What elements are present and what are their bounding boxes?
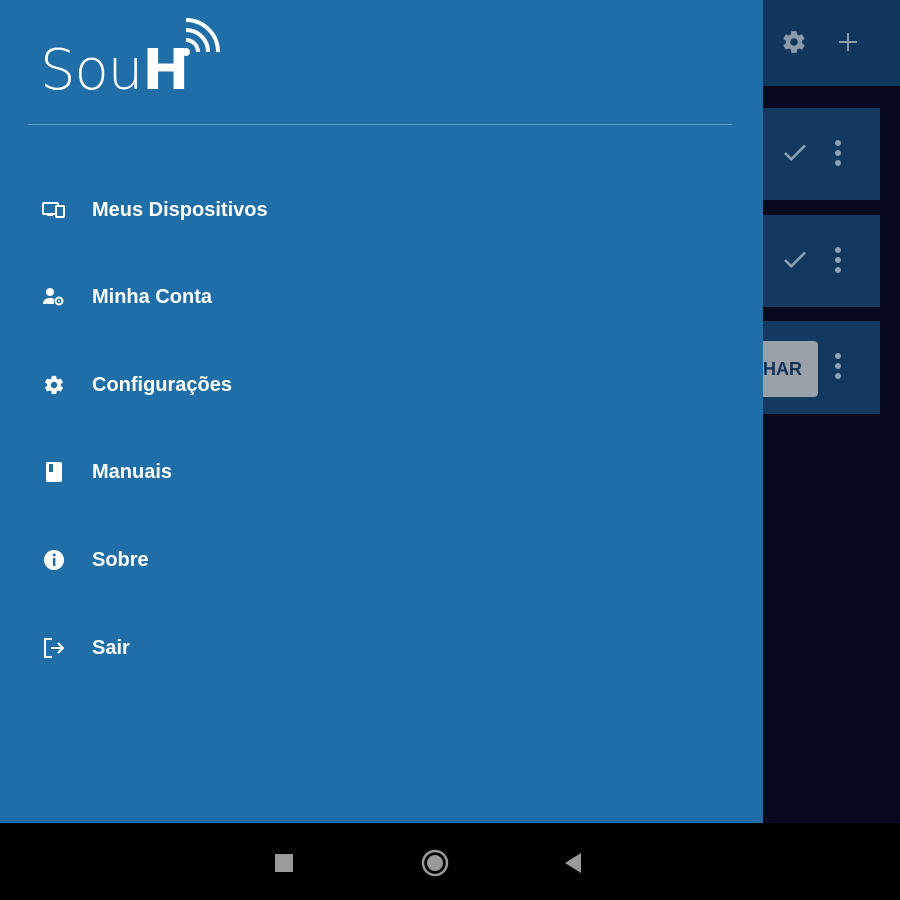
menu-item-minha-conta[interactable]: Minha Conta bbox=[0, 267, 763, 327]
wifi-icon bbox=[182, 18, 220, 56]
menu-item-sair[interactable]: Sair bbox=[0, 618, 763, 678]
logo-text: SouH bbox=[40, 38, 189, 103]
check-icon[interactable] bbox=[780, 138, 810, 175]
more-vert-icon[interactable] bbox=[835, 353, 843, 379]
menu-item-label: Manuais bbox=[92, 460, 173, 483]
book-icon bbox=[42, 460, 66, 484]
drawer-divider bbox=[28, 124, 732, 125]
check-icon[interactable] bbox=[780, 245, 810, 282]
navigation-drawer: SouH Meus Dispositivos Minha Conta Confi… bbox=[0, 0, 763, 823]
menu-item-manuais[interactable]: Manuais bbox=[0, 442, 763, 502]
logo-text-sou: Sou bbox=[40, 38, 143, 103]
menu-item-meus-dispositivos[interactable]: Meus Dispositivos bbox=[0, 180, 763, 240]
square-icon[interactable] bbox=[264, 843, 304, 883]
account-settings-icon bbox=[42, 285, 66, 309]
plus-icon[interactable] bbox=[830, 24, 866, 60]
triangle-back-icon[interactable] bbox=[553, 843, 593, 883]
menu-item-label: Configurações bbox=[92, 373, 233, 396]
system-navigation-bar bbox=[0, 823, 900, 900]
menu-item-sobre[interactable]: Sobre bbox=[0, 530, 763, 590]
more-vert-icon[interactable] bbox=[835, 247, 843, 273]
gear-icon[interactable] bbox=[776, 24, 812, 60]
menu-item-configuracoes[interactable]: Configurações bbox=[0, 355, 763, 415]
gear-icon bbox=[42, 373, 66, 397]
circle-icon[interactable] bbox=[415, 843, 455, 883]
more-vert-icon[interactable] bbox=[835, 140, 843, 166]
menu-item-label: Minha Conta bbox=[92, 285, 212, 308]
menu-item-label: Meus Dispositivos bbox=[92, 198, 268, 221]
devices-icon bbox=[42, 198, 66, 222]
logout-icon bbox=[42, 636, 66, 660]
menu-item-label: Sair bbox=[92, 636, 130, 659]
menu-item-label: Sobre bbox=[92, 548, 149, 571]
info-icon bbox=[42, 548, 66, 572]
